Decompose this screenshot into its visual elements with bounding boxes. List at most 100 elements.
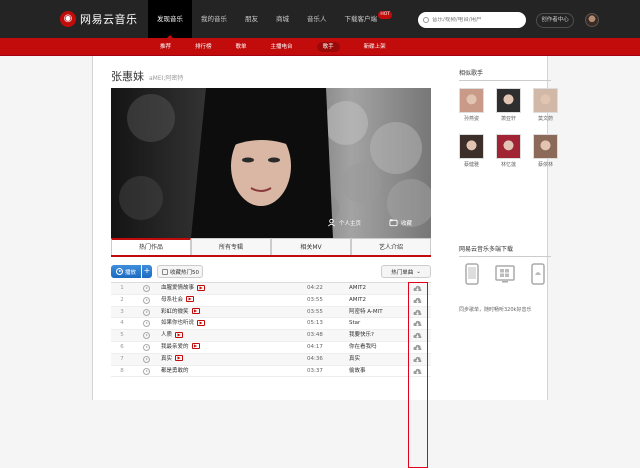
song-album[interactable]: 我要快乐? — [349, 330, 374, 341]
song-row[interactable]: 6 我最亲爱的 ▶ 04:17 你在看我吗 — [111, 342, 431, 354]
nav-discover[interactable]: 发现音乐 — [148, 0, 192, 38]
similar-artist-photo[interactable] — [496, 88, 521, 113]
mv-icon[interactable]: ▶ — [186, 296, 195, 303]
song-duration: 05:13 — [307, 320, 323, 327]
song-title[interactable]: 真实 — [161, 356, 172, 362]
platform-android[interactable] — [525, 260, 551, 288]
subnav-radio[interactable]: 主播电台 — [259, 38, 305, 56]
main-nav: 发现音乐 我的音乐 朋友 商城 音乐人 下载客户端 HOT — [148, 0, 392, 38]
similar-artist[interactable]: 林忆莲 — [496, 134, 521, 168]
song-row[interactable]: 3 彩虹的微笑 ▶ 03:55 阿密特 A-MIT — [111, 306, 431, 319]
song-title[interactable]: 彩虹的微笑 — [161, 309, 189, 315]
hot-songs-select[interactable]: 热门单曲 ⌄ — [381, 265, 431, 278]
song-row[interactable]: 4 如果你也听说 ▶ 05:13 Star — [111, 318, 431, 331]
similar-artist-photo[interactable] — [496, 134, 521, 159]
similar-artist[interactable]: 莫文蔚 — [533, 88, 558, 122]
similar-artist[interactable]: 蔡依林 — [533, 134, 558, 168]
subnav-artists[interactable]: 歌手 — [305, 38, 352, 56]
tab-hot-works[interactable]: 热门作品 — [111, 238, 191, 255]
song-title[interactable]: 血腥爱情故事 — [161, 285, 194, 291]
play-all-button[interactable]: 播放 — [111, 265, 141, 278]
tab-artist-intro[interactable]: 艺人介绍 — [351, 238, 431, 255]
similar-artist-photo[interactable] — [533, 134, 558, 159]
song-play-icon[interactable] — [143, 332, 150, 340]
add-to-queue-button[interactable]: + — [142, 265, 152, 278]
song-play-icon[interactable] — [143, 367, 150, 375]
song-album[interactable]: AMIT2 — [349, 283, 366, 294]
song-title[interactable]: 如果你也听说 — [161, 320, 194, 326]
tab-related-mv[interactable]: 相关MV — [271, 238, 351, 255]
creator-center-button[interactable]: 创作者中心 — [536, 13, 574, 28]
mv-icon[interactable]: ▶ — [175, 331, 184, 338]
subnav-new-albums[interactable]: 新碟上架 — [352, 38, 398, 56]
artist-alias: aMEI;阿密特 — [149, 75, 184, 82]
play-all-label: 播放 — [124, 269, 136, 276]
song-row[interactable]: 8 都是勇敢的 03:37 偷故事 — [111, 366, 431, 378]
song-play-icon[interactable] — [143, 296, 150, 304]
song-album[interactable]: Star — [349, 318, 360, 329]
song-row[interactable]: 7 真实 ▶ 04:36 真实 — [111, 353, 431, 366]
similar-artist-photo[interactable] — [533, 88, 558, 113]
similar-artist-name[interactable]: 蔡依林 — [533, 161, 558, 168]
subnav-recommend[interactable]: 推荐 — [148, 38, 183, 56]
mv-icon[interactable]: ▶ — [197, 284, 206, 291]
song-album[interactable]: 偷故事 — [349, 366, 366, 377]
song-row[interactable]: 5 人质 ▶ 03:48 我要快乐? — [111, 330, 431, 342]
search-input[interactable] — [432, 17, 520, 23]
collect-hot-button[interactable]: 收藏热门50 — [157, 265, 203, 278]
similar-artist[interactable]: 蔡健雅 — [459, 134, 484, 168]
similar-artist[interactable]: 萧亚轩 — [496, 88, 521, 122]
song-title-cell: 我最亲爱的 ▶ — [161, 342, 200, 353]
platform-apple[interactable] — [459, 260, 485, 288]
song-row[interactable]: 1 血腥爱情故事 ▶ 04:22 AMIT2 — [111, 283, 431, 295]
windows-icon — [495, 265, 515, 283]
song-row[interactable]: 2 母系社会 ▶ 03:55 AMIT2 — [111, 295, 431, 307]
song-title[interactable]: 我最亲爱的 — [161, 344, 189, 350]
logo[interactable]: ◉ 网易云音乐 — [60, 11, 138, 27]
song-album[interactable]: 阿密特 A-MIT — [349, 307, 383, 318]
platform-list — [459, 260, 551, 290]
artist-collect-button[interactable]: 收藏 — [389, 216, 412, 229]
song-index: 5 — [120, 332, 124, 339]
platform-windows[interactable] — [492, 260, 518, 288]
similar-artist[interactable]: 孙燕姿 — [459, 88, 484, 122]
similar-artist-name[interactable]: 蔡健雅 — [459, 161, 484, 168]
song-title[interactable]: 母系社会 — [161, 297, 183, 303]
similar-artist-name[interactable]: 林忆莲 — [496, 161, 521, 168]
nav-my-music[interactable]: 我的音乐 — [192, 0, 236, 38]
artist-banner: 个人主页 收藏 — [111, 88, 431, 238]
tab-all-albums[interactable]: 所有专辑 — [191, 238, 271, 255]
mv-icon[interactable]: ▶ — [175, 355, 184, 362]
song-title[interactable]: 都是勇敢的 — [161, 368, 189, 374]
nav-mall[interactable]: 商城 — [267, 0, 298, 38]
song-album[interactable]: 真实 — [349, 354, 360, 365]
song-duration: 03:55 — [307, 296, 323, 303]
song-duration: 03:55 — [307, 308, 323, 315]
nav-friends[interactable]: 朋友 — [236, 0, 267, 38]
song-play-icon[interactable] — [143, 355, 150, 363]
download-highlight-box — [408, 282, 428, 468]
mv-icon[interactable]: ▶ — [191, 308, 200, 315]
similar-artist-name[interactable]: 孙燕姿 — [459, 115, 484, 122]
similar-artist-photo[interactable] — [459, 134, 484, 159]
song-play-icon[interactable] — [143, 343, 150, 351]
song-album[interactable]: AMIT2 — [349, 295, 366, 306]
similar-artist-photo[interactable] — [459, 88, 484, 113]
nav-musician[interactable]: 音乐人 — [298, 0, 336, 38]
song-index: 2 — [120, 296, 124, 303]
song-album[interactable]: 你在看我吗 — [349, 342, 377, 353]
user-avatar[interactable] — [585, 13, 599, 27]
song-title[interactable]: 人质 — [161, 332, 172, 338]
nav-download[interactable]: 下载客户端 HOT — [336, 0, 392, 38]
similar-artist-name[interactable]: 萧亚轩 — [496, 115, 521, 122]
similar-artist-name[interactable]: 莫文蔚 — [533, 115, 558, 122]
mv-icon[interactable]: ▶ — [197, 319, 206, 326]
subnav-playlists[interactable]: 歌单 — [224, 38, 259, 56]
song-play-icon[interactable] — [143, 308, 150, 316]
song-index: 1 — [120, 285, 124, 291]
mv-icon[interactable]: ▶ — [191, 343, 200, 350]
subnav-charts[interactable]: 排行榜 — [183, 38, 224, 56]
artist-home-link[interactable]: 个人主页 — [327, 216, 361, 229]
song-play-icon[interactable] — [143, 320, 150, 328]
song-play-icon[interactable] — [143, 285, 150, 292]
